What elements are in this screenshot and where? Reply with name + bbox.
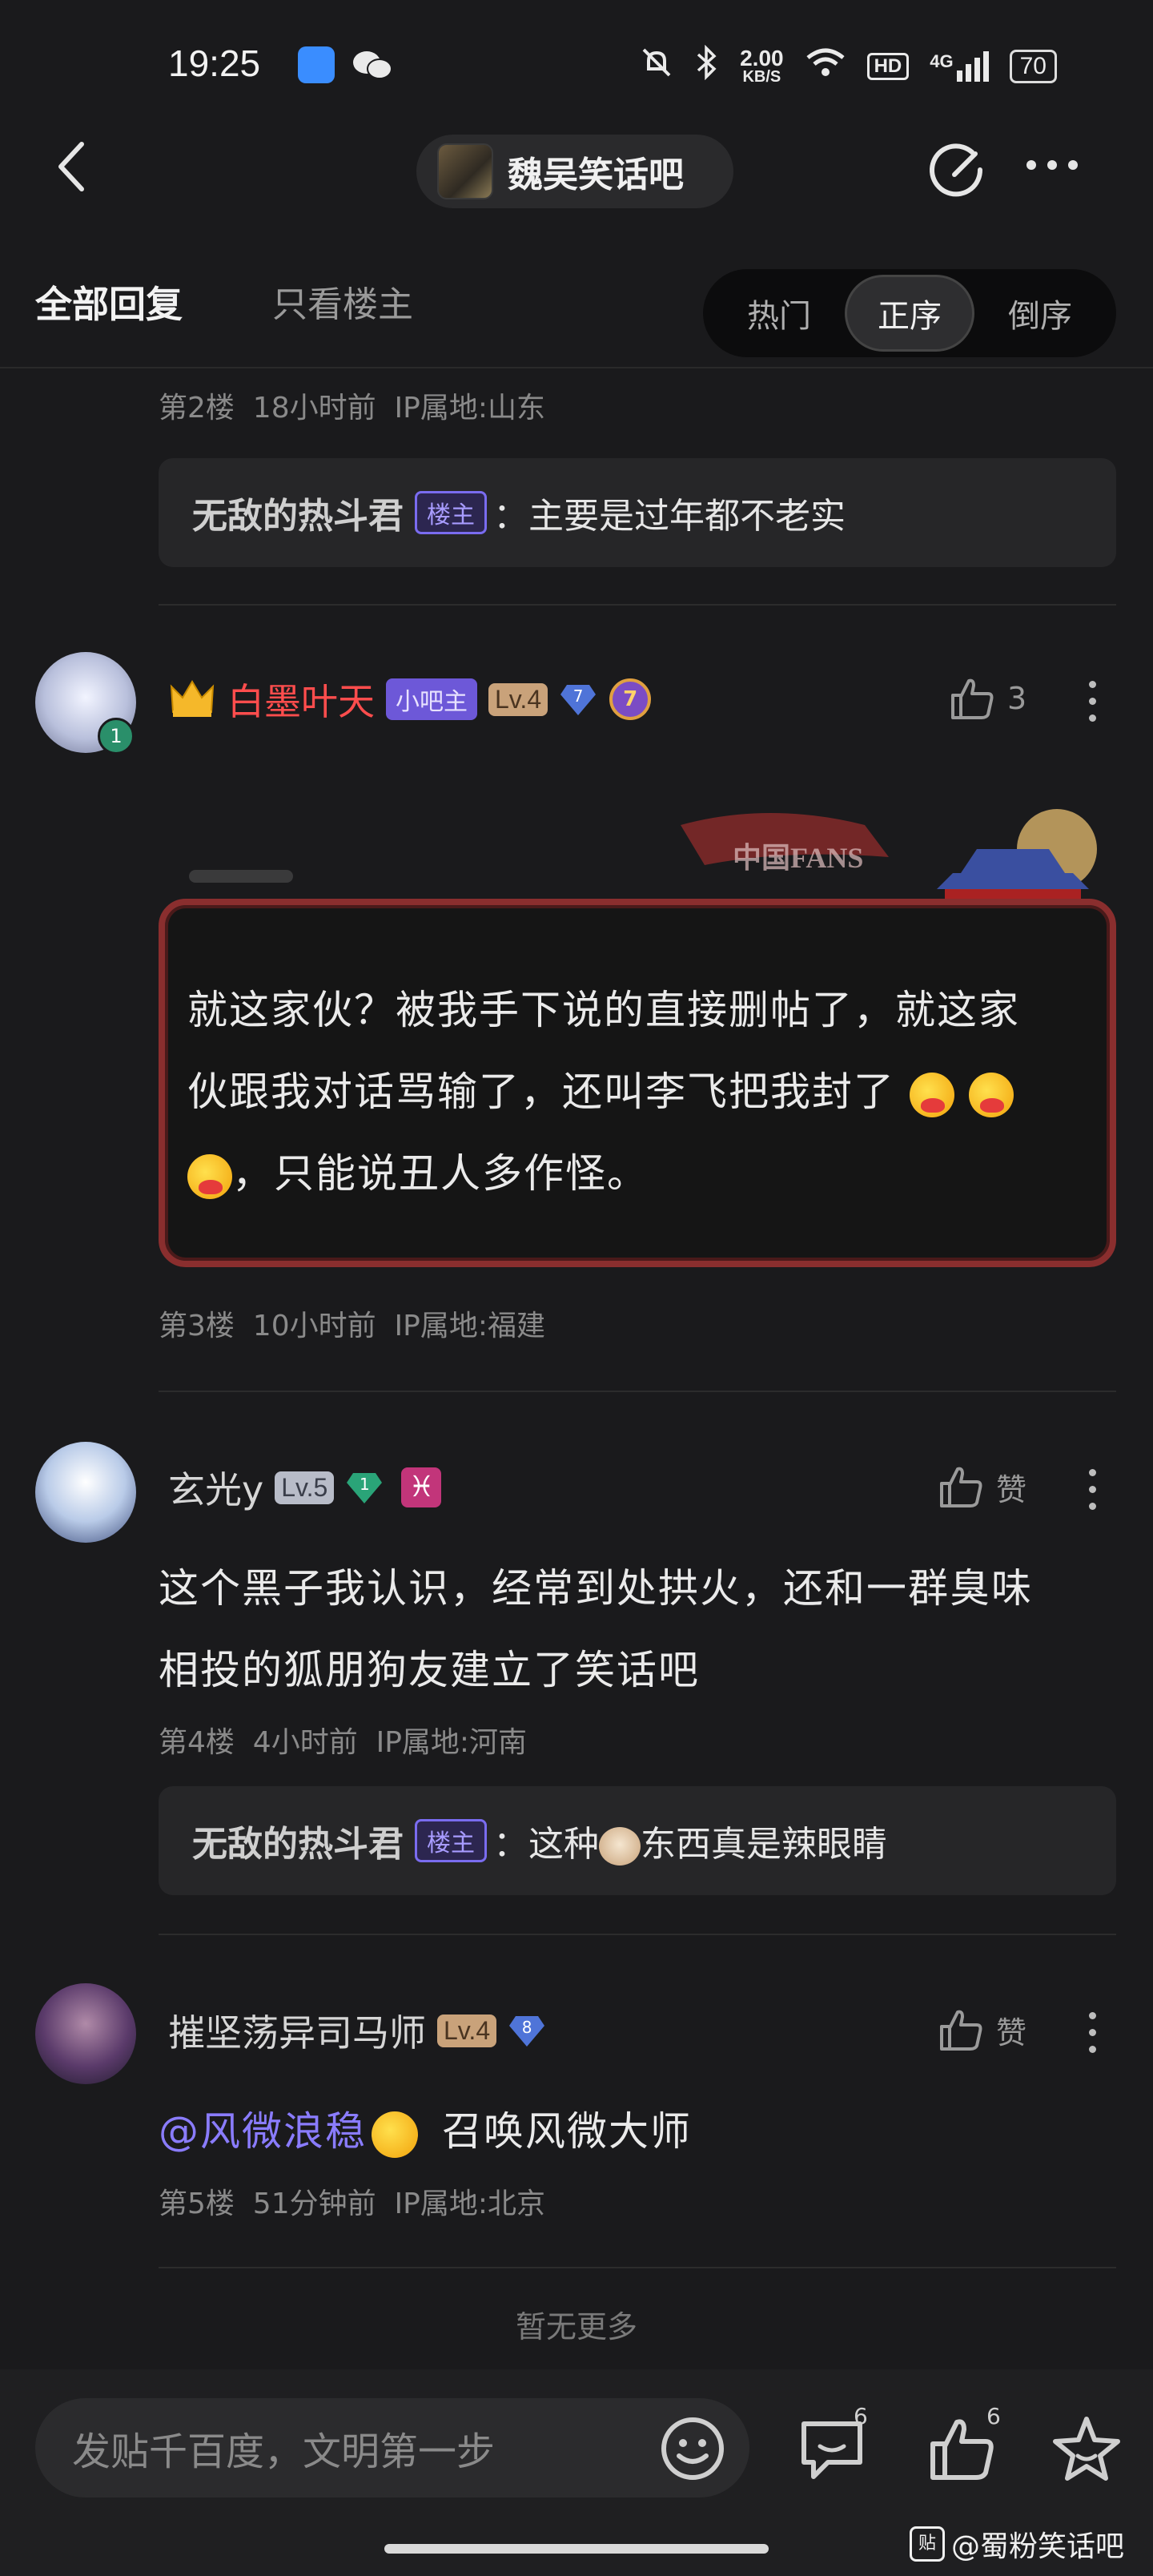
post-content: @风微浪稳 召唤风微大师 xyxy=(159,2091,1119,2172)
mute-icon xyxy=(639,45,674,87)
floor-meta: 第4楼 4小时前 IP属地:河南 xyxy=(159,1726,528,1759)
like-button[interactable]: 赞 xyxy=(937,1463,1026,1511)
sort-toggle: 热门 正序 倒序 xyxy=(703,269,1116,357)
zodiac-icon: ♓ xyxy=(401,1467,442,1507)
more-icon[interactable] xyxy=(1026,160,1091,184)
hd-icon: HD xyxy=(866,52,910,80)
emoji-picker-icon[interactable] xyxy=(658,2414,727,2486)
more-options-icon[interactable] xyxy=(1086,681,1099,722)
forum-title-pill[interactable]: 魏吴笑话吧 xyxy=(416,135,733,208)
more-options-icon[interactable] xyxy=(1086,1469,1099,1510)
watermark: 贴 @蜀粉笑话吧 xyxy=(910,2523,1124,2565)
signal-icon: 4G xyxy=(930,50,989,82)
post-content: 这个黑子我认识，经常到处拱火，还和一群臭味 相投的狐朋狗友建立了笑话吧 xyxy=(159,1565,1033,1693)
user-row: 白墨叶天 小吧主 Lv.4 7 7 xyxy=(168,673,652,726)
tab-op-only[interactable]: 只看楼主 xyxy=(272,276,413,327)
floor-meta: 第5楼 51分钟前 IP属地:北京 xyxy=(159,2188,545,2220)
reply-input-placeholder: 发贴千百度，文明第一步 xyxy=(72,2429,496,2474)
gem-icon: 1 xyxy=(345,1470,384,1505)
user-row: 摧坚荡异司马师 Lv.4 8 xyxy=(168,2004,546,2057)
username[interactable]: 白墨叶天 xyxy=(227,673,375,726)
thumb-up-icon xyxy=(940,2010,982,2051)
divider xyxy=(159,2267,1116,2268)
reply-input[interactable]: 发贴千百度，文明第一步 xyxy=(35,2398,749,2498)
end-of-list: 暂无更多 xyxy=(515,2309,637,2345)
op-badge: 楼主 xyxy=(415,491,487,534)
sort-descending[interactable]: 倒序 xyxy=(975,275,1105,352)
status-icons: 2.00 KB/S HD 4G 70 xyxy=(639,44,1057,87)
level-badge: Lv.4 xyxy=(437,2014,497,2047)
username[interactable]: 摧坚荡异司马师 xyxy=(168,2004,426,2057)
like-count: 3 xyxy=(1007,681,1027,716)
verified-badge-icon: 1 xyxy=(98,718,135,755)
wechat-icon xyxy=(352,50,392,85)
forum-avatar xyxy=(437,143,493,199)
avatar[interactable] xyxy=(35,1442,136,1543)
bluetooth-icon xyxy=(695,44,719,87)
status-time: 19:25 xyxy=(168,42,261,84)
home-indicator[interactable] xyxy=(384,2544,769,2554)
avatar[interactable] xyxy=(35,1983,136,2084)
user-row: 玄光y Lv.5 1 ♓ xyxy=(168,1461,442,1514)
divider xyxy=(0,367,1153,368)
thumb-up-icon xyxy=(951,678,994,719)
floor-meta: 第2楼 18小时前 IP属地:山东 xyxy=(159,392,545,425)
back-button[interactable] xyxy=(48,135,96,199)
medal-icon: 7 xyxy=(609,678,652,721)
emoji-icon xyxy=(909,1072,954,1117)
op-badge: 楼主 xyxy=(415,1819,487,1862)
dog-emoji-icon xyxy=(599,1827,641,1866)
divider xyxy=(159,1934,1116,1935)
divider xyxy=(159,1391,1116,1392)
mention-link[interactable]: @风微浪稳 xyxy=(159,2108,367,2155)
grin-emoji-icon xyxy=(372,2111,418,2158)
like-label: 赞 xyxy=(996,1471,1027,1507)
divider xyxy=(159,604,1116,606)
role-badge: 小吧主 xyxy=(386,678,477,720)
card-watermark: 中国FANS xyxy=(733,842,864,874)
level-badge: Lv.5 xyxy=(275,1471,335,1504)
sort-hot[interactable]: 热门 xyxy=(714,275,844,352)
emoji-icon xyxy=(187,1153,232,1199)
status-bar: 19:25 2.00 KB/S HD 4G 70 xyxy=(0,0,1153,128)
battery-indicator: 70 xyxy=(1009,49,1057,83)
reply-text: ：主要是过年都不老实 xyxy=(493,496,846,537)
reply-author[interactable]: 无敌的热斗君 xyxy=(192,1815,404,1866)
gem-icon: 7 xyxy=(559,682,597,717)
comment-count: 6 xyxy=(854,2403,868,2429)
username[interactable]: 玄光y xyxy=(168,1461,263,1514)
reply-author[interactable]: 无敌的热斗君 xyxy=(192,487,404,538)
cloud-decoration xyxy=(189,870,293,883)
post-content: 就这家伙？被我手下说的直接删帖了，就这家 伙跟我对话骂输了，还叫李飞把我封了 ，… xyxy=(187,969,1100,1214)
like-button[interactable]: 赞 xyxy=(937,2006,1026,2054)
wifi-icon xyxy=(805,46,846,86)
like-thread-count: 6 xyxy=(986,2403,1001,2429)
edit-icon[interactable] xyxy=(926,141,988,203)
star-favorite-icon[interactable] xyxy=(1051,2413,1123,2488)
tab-all-replies[interactable]: 全部回复 xyxy=(35,276,183,328)
forum-name: 魏吴笑话吧 xyxy=(508,155,684,195)
more-options-icon[interactable] xyxy=(1086,2012,1099,2053)
gem-icon: 8 xyxy=(508,2013,546,2048)
thumb-up-icon xyxy=(940,1467,982,1507)
emoji-icon xyxy=(968,1072,1014,1117)
reply-text: ：这种 东西真是辣眼睛 xyxy=(493,1824,887,1866)
crown-icon xyxy=(168,677,216,722)
level-badge: Lv.4 xyxy=(488,682,548,716)
sub-reply[interactable]: 无敌的热斗君 楼主 ：主要是过年都不老实 xyxy=(159,458,1116,567)
floor-meta: 第3楼 10小时前 IP属地:福建 xyxy=(159,1310,545,1342)
like-button[interactable]: 3 xyxy=(948,674,1026,722)
like-label: 赞 xyxy=(996,2015,1027,2051)
network-speed: 2.00 KB/S xyxy=(740,45,784,86)
blue-app-icon xyxy=(298,46,335,83)
sort-ascending[interactable]: 正序 xyxy=(845,275,974,352)
sub-reply[interactable]: 无敌的热斗君 楼主 ：这种 东西真是辣眼睛 xyxy=(159,1786,1116,1895)
tieba-logo-icon: 贴 xyxy=(910,2526,945,2562)
